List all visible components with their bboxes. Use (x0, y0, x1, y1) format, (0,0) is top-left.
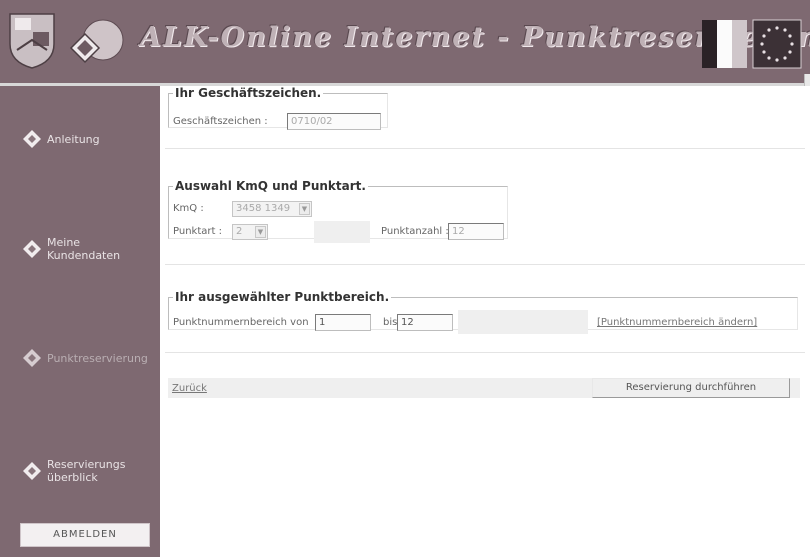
divider (165, 264, 805, 265)
chevron-down-icon: ▼ (299, 203, 310, 215)
punktart-select[interactable]: 2 ▼ (232, 224, 268, 240)
chevron-down-icon: ▼ (255, 226, 266, 238)
kmq-label: KmQ : (173, 203, 204, 214)
diamond-icon (23, 349, 41, 367)
sidebar-item-kundendaten[interactable]: Meine Kundendaten (22, 236, 132, 262)
selection-legend: Auswahl KmQ und Punktart. (175, 179, 366, 193)
reference-fieldset: Ihr Geschäftszeichen. Geschäftszeichen :… (168, 86, 388, 130)
divider (165, 352, 805, 353)
flag-icon (702, 20, 747, 68)
change-range-link[interactable]: [Punktnummernbereich ändern] (597, 317, 757, 328)
sidebar-item-label: Anleitung (47, 132, 100, 146)
submit-reservation-button[interactable]: Reservierung durchführen (592, 378, 790, 398)
logout-button[interactable]: ABMELDEN (20, 523, 150, 547)
sidebar-item-label: Reservierungs überblick (47, 458, 126, 484)
header-banner: ALK-Online Internet - Punktreservierung (0, 0, 810, 86)
diamond-icon (23, 130, 41, 148)
scrollbar[interactable] (804, 74, 810, 86)
sidebar-item-label: Punktreservierung (47, 351, 148, 365)
punktanzahl-label: Punktanzahl : (381, 226, 449, 237)
sidebar-item-anleitung[interactable]: Anleitung (22, 129, 100, 149)
reference-field-input[interactable]: 0710/02 (287, 113, 381, 130)
reference-legend: Ihr Geschäftszeichen. (175, 86, 322, 100)
coat-of-arms-icon (9, 13, 55, 69)
sidebar: Anleitung Meine Kundendaten Punktreservi… (0, 86, 160, 557)
sidebar-item-punktreservierung[interactable]: Punktreservierung (22, 348, 148, 368)
range-to-label: bis (383, 317, 398, 328)
empty-cell (314, 221, 370, 243)
divider (165, 148, 805, 149)
main-content: Ihr Geschäftszeichen. Geschäftszeichen :… (160, 86, 810, 557)
back-link[interactable]: Zurück (172, 383, 207, 394)
punktanzahl-input[interactable]: 12 (448, 223, 504, 240)
sidebar-item-reservierungsueberblick[interactable]: Reservierungs überblick (22, 458, 142, 484)
alk-diamond-logo-icon (69, 19, 124, 64)
diamond-icon (23, 240, 41, 258)
range-to-input[interactable]: 12 (397, 314, 453, 331)
range-from-label: Punktnummernbereich von (173, 317, 309, 328)
reference-field-label: Geschäftszeichen : (173, 116, 268, 127)
empty-cell (458, 310, 588, 334)
punktart-label: Punktart : (173, 226, 222, 237)
eu-stars-icon (752, 19, 802, 69)
selection-fieldset: Auswahl KmQ und Punktart. KmQ : 3458 134… (168, 179, 508, 243)
range-fieldset: Ihr ausgewählter Punktbereich. Punktnumm… (168, 290, 798, 334)
sidebar-item-label: Meine Kundendaten (47, 236, 121, 262)
diamond-icon (23, 462, 41, 480)
range-legend: Ihr ausgewählter Punktbereich. (175, 290, 390, 304)
punktart-select-value: 2 (236, 226, 243, 237)
range-from-input[interactable]: 1 (315, 314, 371, 331)
kmq-select-value: 3458 1349 (236, 203, 291, 214)
kmq-select[interactable]: 3458 1349 ▼ (232, 201, 312, 217)
